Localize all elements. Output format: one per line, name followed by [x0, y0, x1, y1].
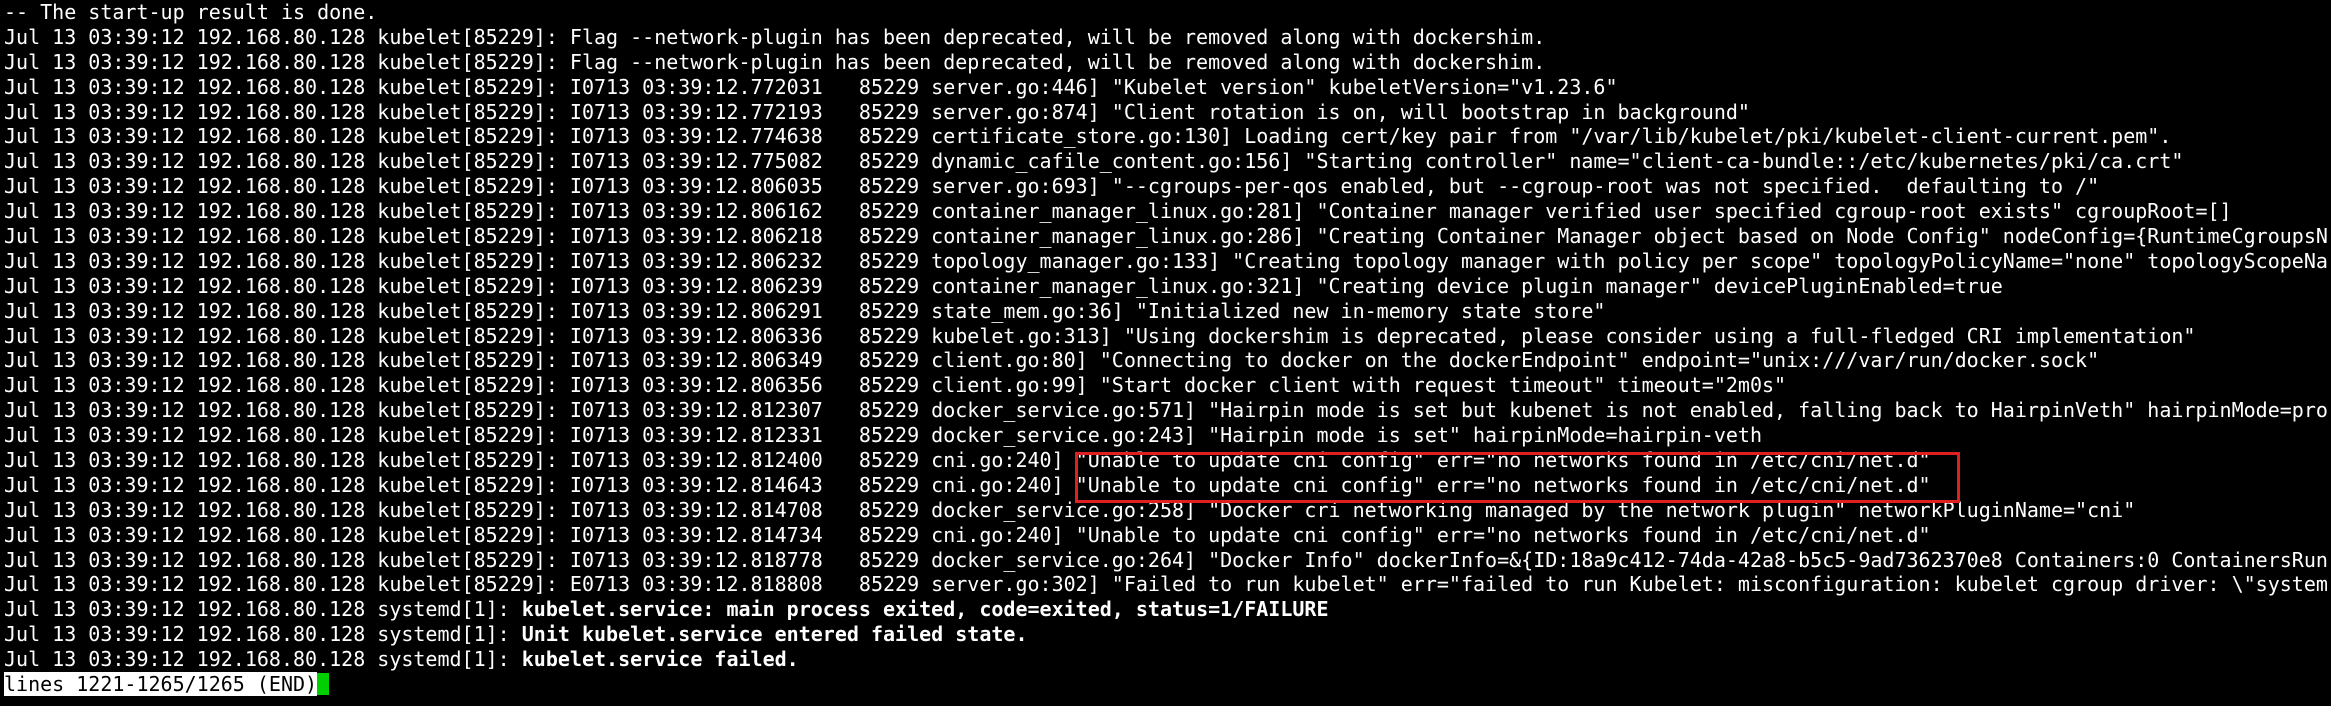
- systemd-log-message: kubelet.service failed.: [521, 647, 799, 672]
- log-line: Jul 13 03:39:12 192.168.80.128 kubelet[8…: [4, 348, 2100, 373]
- log-line: Jul 13 03:39:12 192.168.80.128 kubelet[8…: [4, 547, 2328, 572]
- log-line: Jul 13 03:39:12 192.168.80.128 kubelet[8…: [4, 423, 1762, 448]
- log-line: Jul 13 03:39:12 192.168.80.128 kubelet[8…: [4, 298, 1606, 323]
- terminal-cursor: [317, 673, 330, 696]
- systemd-log-line: Jul 13 03:39:12 192.168.80.128 systemd[1…: [4, 647, 2331, 672]
- log-line: Jul 13 03:39:12 192.168.80.128 kubelet[8…: [4, 522, 1931, 547]
- log-line: Jul 13 03:39:12 192.168.80.128 kubelet[8…: [4, 224, 2328, 249]
- log-line: Jul 13 03:39:12 192.168.80.128 kubelet[8…: [4, 174, 2100, 199]
- systemd-log-message: kubelet.service: main process exited, co…: [521, 597, 1329, 622]
- pager-status-line[interactable]: lines 1221-1265/1265 (END): [4, 672, 2331, 697]
- systemd-log-prefix: Jul 13 03:39:12 192.168.80.128 systemd[1…: [4, 622, 522, 647]
- log-line: Jul 13 03:39:12 192.168.80.128 kubelet[8…: [4, 448, 1931, 473]
- log-lines: -- The start-up result is done. Jul 13 03…: [4, 0, 2331, 597]
- log-line: Jul 13 03:39:12 192.168.80.128 kubelet[8…: [4, 24, 1546, 49]
- log-line: Jul 13 03:39:12 192.168.80.128 kubelet[8…: [4, 199, 2232, 224]
- systemd-log-line: Jul 13 03:39:12 192.168.80.128 systemd[1…: [4, 597, 2331, 622]
- systemd-log-line: Jul 13 03:39:12 192.168.80.128 systemd[1…: [4, 622, 2331, 647]
- log-line: Jul 13 03:39:12 192.168.80.128 kubelet[8…: [4, 248, 2328, 273]
- log-line: Jul 13 03:39:12 192.168.80.128 kubelet[8…: [4, 49, 1546, 74]
- log-line: Jul 13 03:39:12 192.168.80.128 kubelet[8…: [4, 149, 2184, 174]
- log-line: Jul 13 03:39:12 192.168.80.128 kubelet[8…: [4, 323, 2196, 348]
- pager-status-text: lines 1221-1265/1265 (END): [4, 672, 318, 697]
- systemd-log-prefix: Jul 13 03:39:12 192.168.80.128 systemd[1…: [4, 647, 522, 672]
- log-line: Jul 13 03:39:12 192.168.80.128 kubelet[8…: [4, 99, 1750, 124]
- systemd-log-message: Unit kubelet.service entered failed stat…: [521, 622, 1028, 647]
- log-line: Jul 13 03:39:12 192.168.80.128 kubelet[8…: [4, 398, 2328, 423]
- log-line: Jul 13 03:39:12 192.168.80.128 kubelet[8…: [4, 273, 2003, 298]
- log-line: Jul 13 03:39:12 192.168.80.128 kubelet[8…: [4, 124, 2172, 149]
- log-line: Jul 13 03:39:12 192.168.80.128 kubelet[8…: [4, 497, 2136, 522]
- log-line: Jul 13 03:39:12 192.168.80.128 kubelet[8…: [4, 74, 1618, 99]
- systemd-log-prefix: Jul 13 03:39:12 192.168.80.128 systemd[1…: [4, 597, 522, 622]
- systemd-lines: Jul 13 03:39:12 192.168.80.128 systemd[1…: [4, 597, 2331, 672]
- log-line: Jul 13 03:39:12 192.168.80.128 kubelet[8…: [4, 472, 1931, 497]
- log-line: Jul 13 03:39:12 192.168.80.128 kubelet[8…: [4, 572, 2328, 597]
- log-line: Jul 13 03:39:12 192.168.80.128 kubelet[8…: [4, 373, 1787, 398]
- log-line: -- The start-up result is done.: [4, 0, 378, 24]
- terminal-output[interactable]: -- The start-up result is done. Jul 13 03…: [4, 0, 2331, 706]
